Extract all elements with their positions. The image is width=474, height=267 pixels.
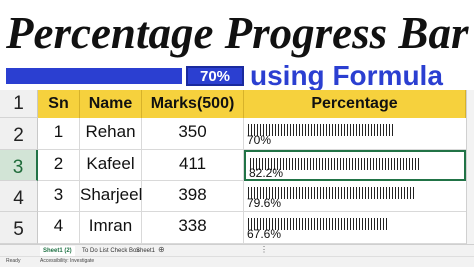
cell-percentage[interactable]: 70% — [244, 118, 466, 150]
cell-percentage[interactable]: 67.6% — [244, 212, 466, 244]
row-header-1[interactable]: 1 — [0, 90, 38, 118]
cell-name[interactable]: Sharjeel — [80, 181, 142, 212]
percentage-value: 79.6% — [247, 196, 282, 210]
row-header-2[interactable]: 2 — [0, 118, 38, 150]
column-header-name[interactable]: Name — [80, 90, 142, 118]
row-header-5[interactable]: 5 — [0, 212, 38, 244]
cell-percentage[interactable]: 79.6% — [244, 181, 466, 212]
cell-marks[interactable]: 411 — [142, 150, 244, 181]
column-header-percentage[interactable]: Percentage — [244, 90, 466, 118]
column-header-sn[interactable]: Sn — [38, 90, 80, 118]
percentage-value: 67.6% — [247, 227, 282, 241]
row-header-4[interactable]: 4 — [0, 181, 38, 212]
cell-marks[interactable]: 398 — [142, 181, 244, 212]
banner-percent-label: 70% — [199, 68, 231, 85]
cell-marks[interactable]: 350 — [142, 118, 244, 150]
add-sheet-icon[interactable]: ⊕ — [158, 245, 165, 254]
banner-subtitle: using Formula — [250, 60, 443, 91]
banner-percent-badge: 70% — [186, 66, 244, 86]
spreadsheet-grid[interactable]: 1 2 3 4 5 Sn Name Marks(500) Percentage … — [0, 90, 474, 244]
cell-percentage-selected[interactable]: 82.2% — [244, 150, 466, 181]
more-options-icon[interactable]: ⋮ — [260, 245, 268, 254]
cell-sn[interactable]: 2 — [38, 150, 80, 181]
cell-sn[interactable]: 1 — [38, 118, 80, 150]
cell-sn[interactable]: 3 — [38, 181, 80, 212]
sheet-tab[interactable]: Sheet1 — [136, 246, 155, 256]
vertical-scrollbar[interactable] — [466, 90, 474, 244]
column-header-marks[interactable]: Marks(500) — [142, 90, 244, 118]
cell-name[interactable]: Rehan — [80, 118, 142, 150]
cell-name[interactable]: Imran — [80, 212, 142, 244]
subtitle-banner: 70% using Formula — [6, 60, 464, 91]
status-bar: Ready Accessibility: Investigate — [0, 256, 474, 267]
video-title-area: Percentage Progress Bar — [0, 0, 474, 64]
cell-marks[interactable]: 338 — [142, 212, 244, 244]
accessibility-status[interactable]: Accessibility: Investigate — [40, 257, 94, 266]
sheet-tab[interactable]: To Do List Check Box — [82, 246, 139, 256]
row-header-3[interactable]: 3 — [0, 150, 38, 181]
percentage-value: 70% — [247, 133, 272, 147]
percentage-value: 82.2% — [249, 166, 284, 180]
banner-progress-bar — [6, 68, 182, 84]
title: Percentage Progress Bar — [6, 8, 469, 58]
cell-name[interactable]: Kafeel — [80, 150, 142, 181]
status-ready: Ready — [6, 258, 21, 264]
cell-sn[interactable]: 4 — [38, 212, 80, 244]
